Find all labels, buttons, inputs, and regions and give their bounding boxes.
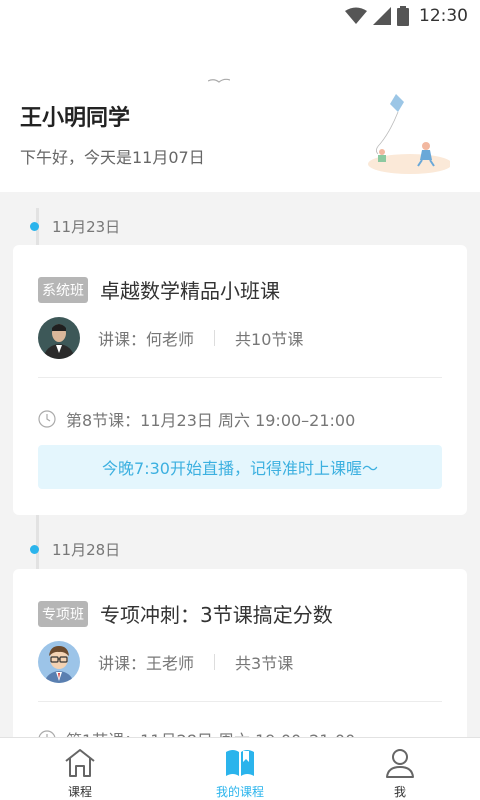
clock-icon xyxy=(38,730,56,737)
lesson-info: 第1节课：11月28日 周六 19:00–21:00 xyxy=(66,727,355,737)
card-divider xyxy=(38,701,442,702)
date-header: 11月23日 xyxy=(30,216,120,237)
lesson-schedule-row: 第1节课：11月28日 周六 19:00–21:00 xyxy=(38,727,355,737)
tab-label: 我的课程 xyxy=(215,785,264,799)
teacher-avatar xyxy=(38,317,80,359)
clock-icon xyxy=(38,410,56,428)
separator xyxy=(214,654,216,670)
wifi-icon xyxy=(345,7,367,24)
tab-my-courses[interactable]: 我的课程 xyxy=(160,738,320,800)
book-icon xyxy=(226,749,254,776)
bird-decoration xyxy=(208,78,230,83)
course-timeline: 11月23日 系统班 卓越数学精品小班课 讲课：何老师 共10节课 第8节课：1… xyxy=(0,192,480,737)
user-icon xyxy=(386,748,414,778)
live-notice[interactable]: 今晚7:30开始直播，记得准时上课喔～ xyxy=(38,445,442,489)
teacher-name: 讲课：何老师 xyxy=(98,330,195,349)
status-icons: 12:30 xyxy=(345,6,468,26)
card-title-row: 系统班 卓越数学精品小班课 xyxy=(38,275,280,304)
timeline-dot xyxy=(30,545,39,554)
card-divider xyxy=(38,377,442,378)
teacher-avatar xyxy=(38,641,80,683)
card-title-row: 专项班 专项冲刺：3节课搞定分数 xyxy=(38,599,333,628)
course-title: 专项冲刺：3节课搞定分数 xyxy=(100,603,333,627)
course-card[interactable]: 专项班 专项冲刺：3节课搞定分数 讲课：王老师 共3节课 xyxy=(13,569,467,737)
teacher-row: 讲课：何老师 共10节课 xyxy=(38,317,303,359)
course-tag: 专项班 xyxy=(38,600,88,627)
lesson-count: 共3节课 xyxy=(235,654,294,673)
tab-label: 我 xyxy=(393,785,406,799)
battery-icon xyxy=(397,6,409,26)
header: 王小明同学 下午好，今天是11月07日 xyxy=(0,34,480,192)
tab-me[interactable]: 我 xyxy=(320,738,480,800)
lesson-info: 第8节课：11月23日 周六 19:00–21:00 xyxy=(66,411,356,430)
lesson-schedule-row: 第8节课：11月23日 周六 19:00–21:00 xyxy=(38,407,355,431)
teacher-name: 讲课：王老师 xyxy=(98,654,195,673)
status-bar: 12:30 xyxy=(0,0,480,34)
status-time: 12:30 xyxy=(419,6,468,26)
date-header: 11月28日 xyxy=(30,539,120,560)
course-card[interactable]: 系统班 卓越数学精品小班课 讲课：何老师 共10节课 第8节课：11月23日 周… xyxy=(13,245,467,515)
separator xyxy=(214,330,216,346)
bottom-tab-bar: 课程 我的课程 我 xyxy=(0,737,480,800)
kite-illustration xyxy=(368,94,450,174)
date-text: 11月28日 xyxy=(52,541,121,559)
greeting-text: 下午好，今天是11月07日 xyxy=(20,148,205,167)
timeline-dot xyxy=(30,222,39,231)
user-name: 王小明同学 xyxy=(20,106,131,131)
date-text: 11月23日 xyxy=(52,218,121,236)
home-icon xyxy=(65,748,95,777)
lesson-count: 共10节课 xyxy=(235,330,304,349)
signal-icon xyxy=(373,7,391,25)
course-tag: 系统班 xyxy=(38,276,88,303)
tab-label: 课程 xyxy=(67,785,92,799)
teacher-row: 讲课：王老师 共3节课 xyxy=(38,641,293,683)
tab-courses[interactable]: 课程 xyxy=(0,738,160,800)
course-title: 卓越数学精品小班课 xyxy=(100,279,280,303)
